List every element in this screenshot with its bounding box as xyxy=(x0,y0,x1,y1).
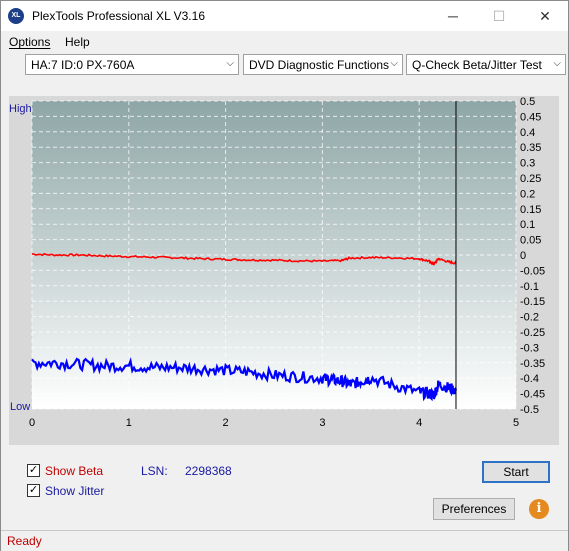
beta-jitter-chart: 0.5 0.45 0.4 0.35 0.3 0.25 0.2 0.15 0.1 0.05 0 -0.0… xyxy=(29,96,545,429)
x-tick-label: 2 xyxy=(223,417,229,429)
low-label: Low xyxy=(10,401,31,413)
menu-help-label: Help xyxy=(65,35,90,49)
status-bar: Ready xyxy=(1,530,568,551)
y-tick-label: 0.5 xyxy=(520,96,535,108)
chevron-down-icon: ⌵ xyxy=(553,58,561,69)
lsn-value: 2298368 xyxy=(185,464,232,478)
x-tick-label: 0 xyxy=(29,417,35,429)
options-panel: ✓ Show Beta ✓ Show Jitter LSN: 2298368 S… xyxy=(9,453,559,525)
function-select[interactable]: DVD Diagnostic Functions ⌵ xyxy=(243,54,403,75)
show-beta-checkbox[interactable]: ✓ xyxy=(27,464,40,477)
y-tick-label: -0.4 xyxy=(520,373,539,385)
y-tick-label: -0.45 xyxy=(520,389,545,401)
chevron-down-icon: ⌵ xyxy=(226,58,234,69)
lsn-label: LSN: xyxy=(141,464,168,478)
y-tick-label: 0.2 xyxy=(520,188,535,200)
x-tick-label: 5 xyxy=(513,417,519,429)
show-jitter-checkbox[interactable]: ✓ xyxy=(27,484,40,497)
y-tick-label: 0.4 xyxy=(520,127,535,139)
y-tick-label: -0.05 xyxy=(520,265,545,277)
minimize-button[interactable]: ─ xyxy=(430,1,476,31)
y-tick-label: -0.5 xyxy=(520,404,539,416)
drive-select[interactable]: HA:7 ID:0 PX-760A ⌵ xyxy=(25,54,239,75)
show-beta-label[interactable]: Show Beta xyxy=(45,464,103,478)
x-tick-label: 4 xyxy=(416,417,422,429)
y-tick-label: 0 xyxy=(520,250,526,262)
app-window: XL PlexTools Professional XL V3.16 ─ ☐ ✕… xyxy=(0,0,569,551)
title-bar: XL PlexTools Professional XL V3.16 ─ ☐ ✕ xyxy=(1,1,568,31)
start-button[interactable]: Start xyxy=(482,461,550,483)
drive-select-value: HA:7 ID:0 PX-760A xyxy=(31,58,135,72)
y-tick-label: 0.35 xyxy=(520,142,541,154)
menu-options[interactable]: Options xyxy=(9,35,50,49)
y-tick-label: 0.15 xyxy=(520,204,541,216)
test-select-value: Q-Check Beta/Jitter Test xyxy=(412,58,542,72)
window-title: PlexTools Professional XL V3.16 xyxy=(32,9,205,23)
preferences-button[interactable]: Preferences xyxy=(433,498,515,520)
y-tick-label: 0.3 xyxy=(520,158,535,170)
y-tick-label: -0.1 xyxy=(520,281,539,293)
toolbar: HA:7 ID:0 PX-760A ⌵ DVD Diagnostic Funct… xyxy=(1,53,568,79)
show-jitter-label[interactable]: Show Jitter xyxy=(45,484,104,498)
menu-bar: Options Help xyxy=(1,32,568,52)
y-tick-label: 0.25 xyxy=(520,173,541,185)
y-tick-label: -0.2 xyxy=(520,312,539,324)
app-logo-icon: XL xyxy=(8,8,24,24)
menu-options-label: Options xyxy=(9,35,51,49)
x-tick-label: 1 xyxy=(126,417,132,429)
y-tick-label: -0.25 xyxy=(520,327,545,339)
check-icon: ✓ xyxy=(28,484,39,496)
function-select-value: DVD Diagnostic Functions xyxy=(249,58,390,72)
y-tick-label: 0.1 xyxy=(520,219,535,231)
test-select[interactable]: Q-Check Beta/Jitter Test ⌵ xyxy=(406,54,566,75)
maximize-button[interactable]: ☐ xyxy=(476,1,522,31)
high-label: High xyxy=(9,103,32,115)
chevron-down-icon: ⌵ xyxy=(390,58,398,69)
y-tick-label: 0.45 xyxy=(520,111,541,123)
status-text: Ready xyxy=(7,534,42,548)
chart-panel: 0.5 0.45 0.4 0.35 0.3 0.25 0.2 0.15 0.1 0.05 0 -0.0… xyxy=(9,96,559,445)
y-tick-label: -0.15 xyxy=(520,296,545,308)
y-tick-label: -0.35 xyxy=(520,358,545,370)
y-tick-label: 0.05 xyxy=(520,235,541,247)
close-button[interactable]: ✕ xyxy=(522,1,568,31)
info-icon[interactable]: i xyxy=(529,499,549,519)
menu-help[interactable]: Help xyxy=(65,35,90,49)
y-tick-label: -0.3 xyxy=(520,342,539,354)
y-tick-labels: 0.5 0.45 0.4 0.35 0.3 0.25 0.2 0.15 0.1 0.05 0 -0.0… xyxy=(520,96,545,416)
check-icon: ✓ xyxy=(28,464,39,476)
x-tick-labels: 0 1 2 3 4 5 xyxy=(29,417,519,429)
x-tick-label: 3 xyxy=(319,417,325,429)
